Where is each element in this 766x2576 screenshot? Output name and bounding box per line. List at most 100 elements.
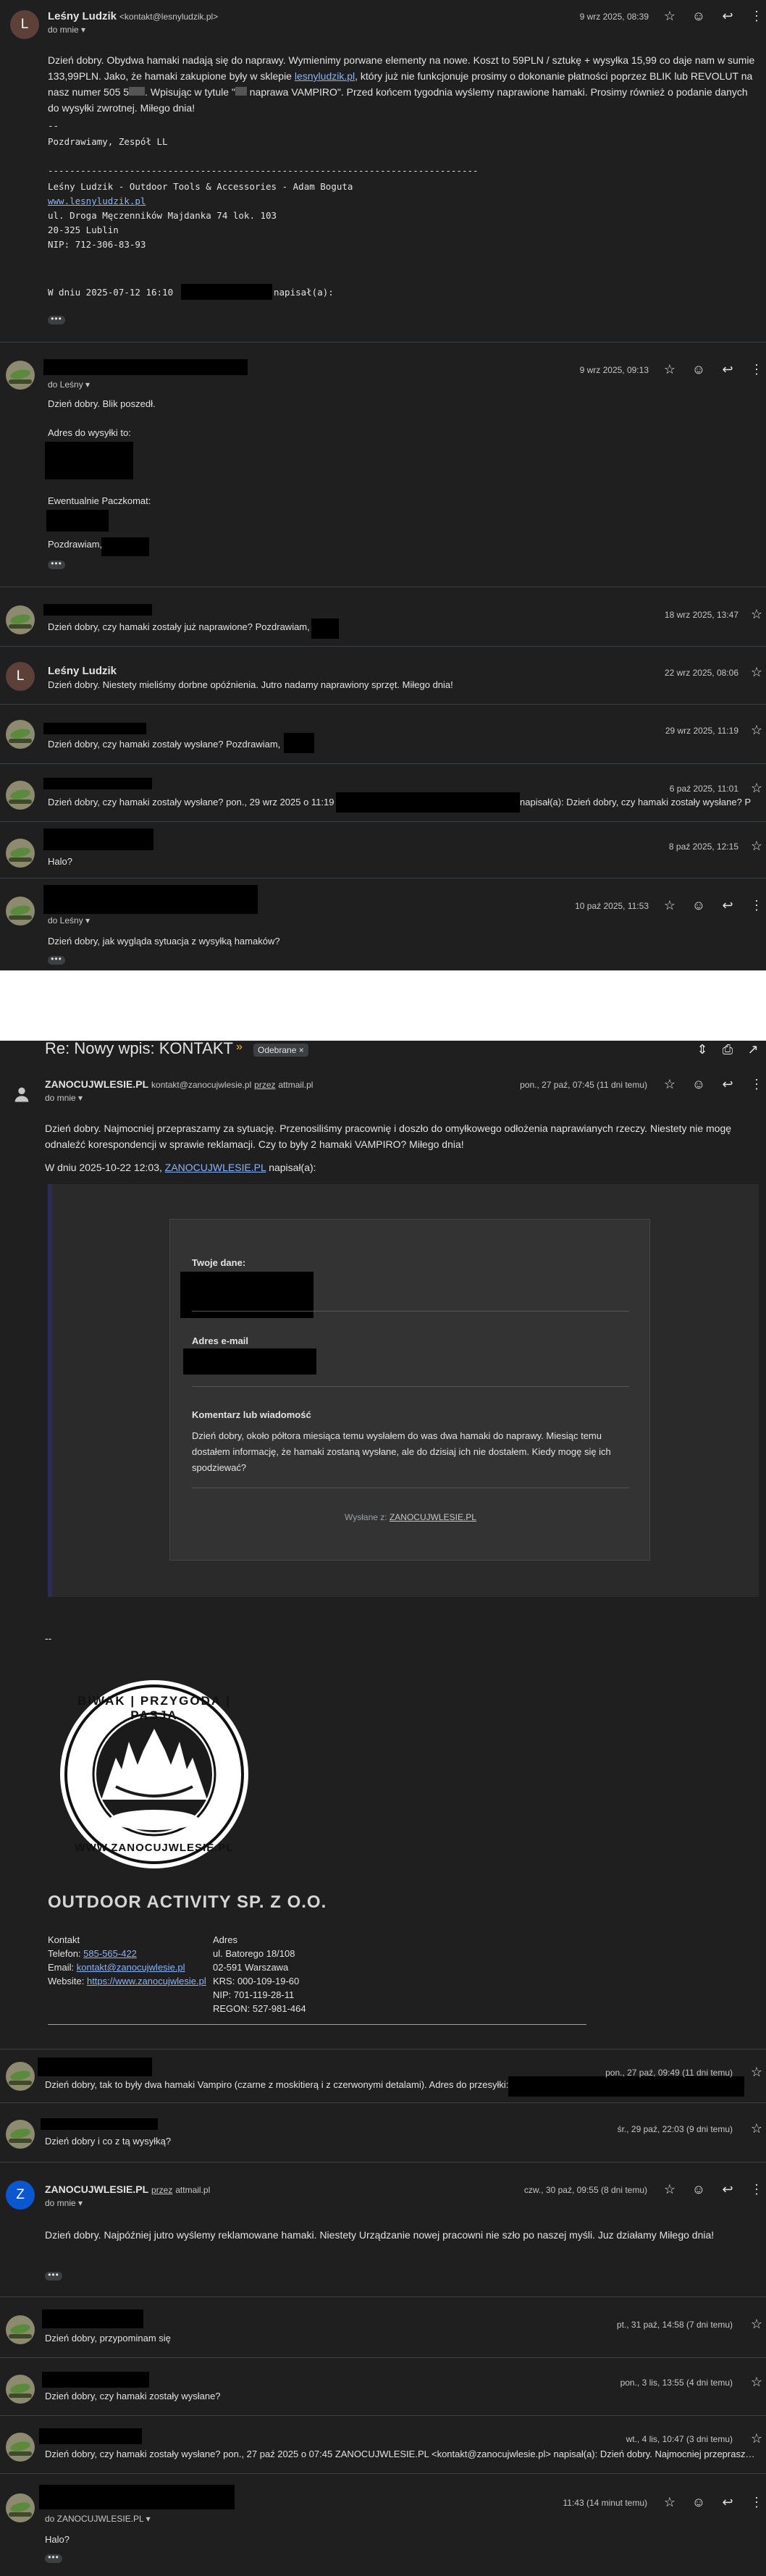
footer-website-label: Website: [48,1976,85,1986]
emoji-icon[interactable]: ☺ [690,1075,707,1093]
reply-icon[interactable]: ↩ [719,1075,736,1093]
avatar[interactable] [6,720,35,749]
print-icon[interactable]: ⎙ [719,1041,736,1058]
message-snippet[interactable]: Dzień dobry, czy hamaki zostały wysłane?… [48,797,337,807]
shop-link[interactable]: lesnyludzik.pl [295,70,355,82]
avatar[interactable] [6,2493,35,2522]
message-snippet[interactable]: Dzień dobry, czy hamaki zostały wysłane?… [48,739,287,750]
star-icon[interactable]: ☆ [748,2120,765,2137]
reply-icon[interactable]: ↩ [719,2181,736,2198]
show-trimmed-button[interactable]: ••• [45,2270,62,2281]
more-vert-icon[interactable]: ⋮ [748,897,765,914]
star-icon[interactable]: ☆ [748,2430,765,2447]
avatar[interactable] [6,2120,35,2149]
reply-icon[interactable]: ↩ [719,897,736,914]
phone-link[interactable]: 585-565-422 [83,1948,137,1959]
message-snippet[interactable]: Halo? [48,856,72,867]
message-snippet[interactable]: Dzień dobry, czy hamaki zostały wysłane?… [45,2449,757,2459]
via-label[interactable]: przez [151,2185,172,2195]
more-vert-icon[interactable]: ⋮ [748,2181,765,2198]
important-marker-icon[interactable]: » [236,1041,243,1054]
signature-website-link[interactable]: www.lesnyludzik.pl [48,194,146,209]
email-link[interactable]: kontakt@zanocujwlesie.pl [77,1962,185,1973]
emoji-icon[interactable]: ☺ [690,7,707,25]
footer-email: Email: kontakt@zanocujwlesie.pl [48,1960,214,1974]
open-new-window-icon[interactable]: ↗ [744,1041,762,1058]
avatar[interactable] [6,2315,35,2344]
avatar[interactable] [6,2062,35,2091]
show-trimmed-button[interactable]: ••• [48,559,65,569]
emoji-icon[interactable]: ☺ [690,2493,707,2511]
recipient-dropdown[interactable]: do mnie ▾ [45,2198,83,2208]
site-link[interactable]: ZANOCUJWLESIE.PL [165,1162,266,1173]
recipient-dropdown[interactable]: do Leśny ▾ [48,379,90,390]
show-trimmed-button[interactable]: ••• [48,314,65,324]
message-snippet[interactable]: Dzień dobry, czy hamaki zostały wysłane? [45,2391,221,2401]
avatar[interactable] [6,897,35,926]
avatar[interactable]: L [6,662,35,691]
star-icon[interactable]: ☆ [748,605,765,623]
star-icon[interactable]: ☆ [748,2315,765,2333]
emoji-icon[interactable]: ☺ [690,897,707,914]
star-icon[interactable]: ☆ [748,779,765,797]
emoji-icon[interactable]: ☺ [690,361,707,378]
sender-redaction [43,885,258,914]
message-snippet[interactable]: Dzień dobry, przypominam się [45,2333,171,2344]
more-vert-icon[interactable]: ⋮ [748,1075,765,1093]
website-link[interactable]: https://www.zanocujwlesie.pl [87,1976,206,1986]
via-label[interactable]: przez [254,1080,275,1090]
quoted-form-area: Twoje dane: Adres e-mail Komentarz lub w… [48,1184,759,1597]
recipient-dropdown[interactable]: do ZANOCUJWLESIE.PL ▾ [45,2514,151,2524]
avatar[interactable] [6,2433,35,2462]
message-date: 9 wrz 2025, 08:39 [579,12,649,22]
message-snippet[interactable]: Dzień dobry. Niestety mieliśmy dorbne op… [48,679,641,690]
label-chip[interactable]: Odebrane × [253,1044,308,1057]
star-icon[interactable]: ☆ [661,897,678,914]
sender-name[interactable]: Leśny Ludzik [48,10,117,22]
message-snippet[interactable]: Dzień dobry, czy hamaki zostały już napr… [48,621,337,632]
avatar[interactable]: L [10,10,39,39]
star-icon[interactable]: ☆ [661,2493,678,2511]
thread-panel-lesny-ludzik: L Leśny Ludzik <kontakt@lesnyludzik.pl> … [0,0,766,970]
close-icon[interactable]: × [299,1045,304,1055]
star-icon[interactable]: ☆ [661,361,678,378]
avatar[interactable] [6,839,35,868]
star-icon[interactable]: ☆ [661,1075,678,1093]
divider [0,704,766,705]
show-trimmed-button[interactable]: ••• [45,2553,62,2563]
avatar[interactable] [7,1080,36,1109]
reply-icon[interactable]: ↩ [719,7,736,25]
recipient-dropdown[interactable]: do Leśny ▾ [48,915,90,926]
sender-name[interactable]: Leśny Ludzik [48,665,117,677]
form-label-email: Adres e-mail [192,1335,249,1346]
star-icon[interactable]: ☆ [748,663,765,681]
reply-icon[interactable]: ↩ [719,2493,736,2511]
star-icon[interactable]: ☆ [748,2373,765,2391]
recipient-dropdown[interactable]: do mnie ▾ [48,25,85,35]
star-icon[interactable]: ☆ [748,721,765,739]
message-snippet[interactable]: Dzień dobry i co z tą wysyłką? [45,2136,171,2147]
sender-name[interactable]: ZANOCUJWLESIE.PL [45,2183,148,2195]
form-footer-link[interactable]: ZANOCUJWLESIE.PL [390,1512,476,1522]
message-body-line: Dzień dobry. Blik poszedł. [48,398,156,409]
message-snippet-tail[interactable]: napisał(a): Dzień dobry, czy hamaki zost… [520,797,752,807]
unfold-icon[interactable]: ⇕ [694,1041,711,1058]
more-vert-icon[interactable]: ⋮ [748,2493,765,2511]
avatar[interactable] [6,605,35,634]
star-icon[interactable]: ☆ [661,2181,678,2198]
avatar[interactable]: Z [6,2181,35,2210]
more-vert-icon[interactable]: ⋮ [748,7,765,25]
avatar[interactable] [6,2375,35,2404]
avatar[interactable] [6,781,35,810]
show-trimmed-button[interactable]: ••• [48,955,65,965]
sender-name[interactable]: ZANOCUJWLESIE.PL [45,1078,148,1090]
emoji-icon[interactable]: ☺ [690,2181,707,2198]
star-icon[interactable]: ☆ [748,2063,765,2081]
message-snippet[interactable]: Dzień dobry, tak to były dwa hamaki Vamp… [45,2079,508,2090]
star-icon[interactable]: ☆ [661,7,678,25]
reply-icon[interactable]: ↩ [719,361,736,378]
avatar[interactable] [6,361,35,390]
more-vert-icon[interactable]: ⋮ [748,361,765,378]
recipient-dropdown[interactable]: do mnie ▾ [45,1093,83,1103]
star-icon[interactable]: ☆ [748,837,765,855]
